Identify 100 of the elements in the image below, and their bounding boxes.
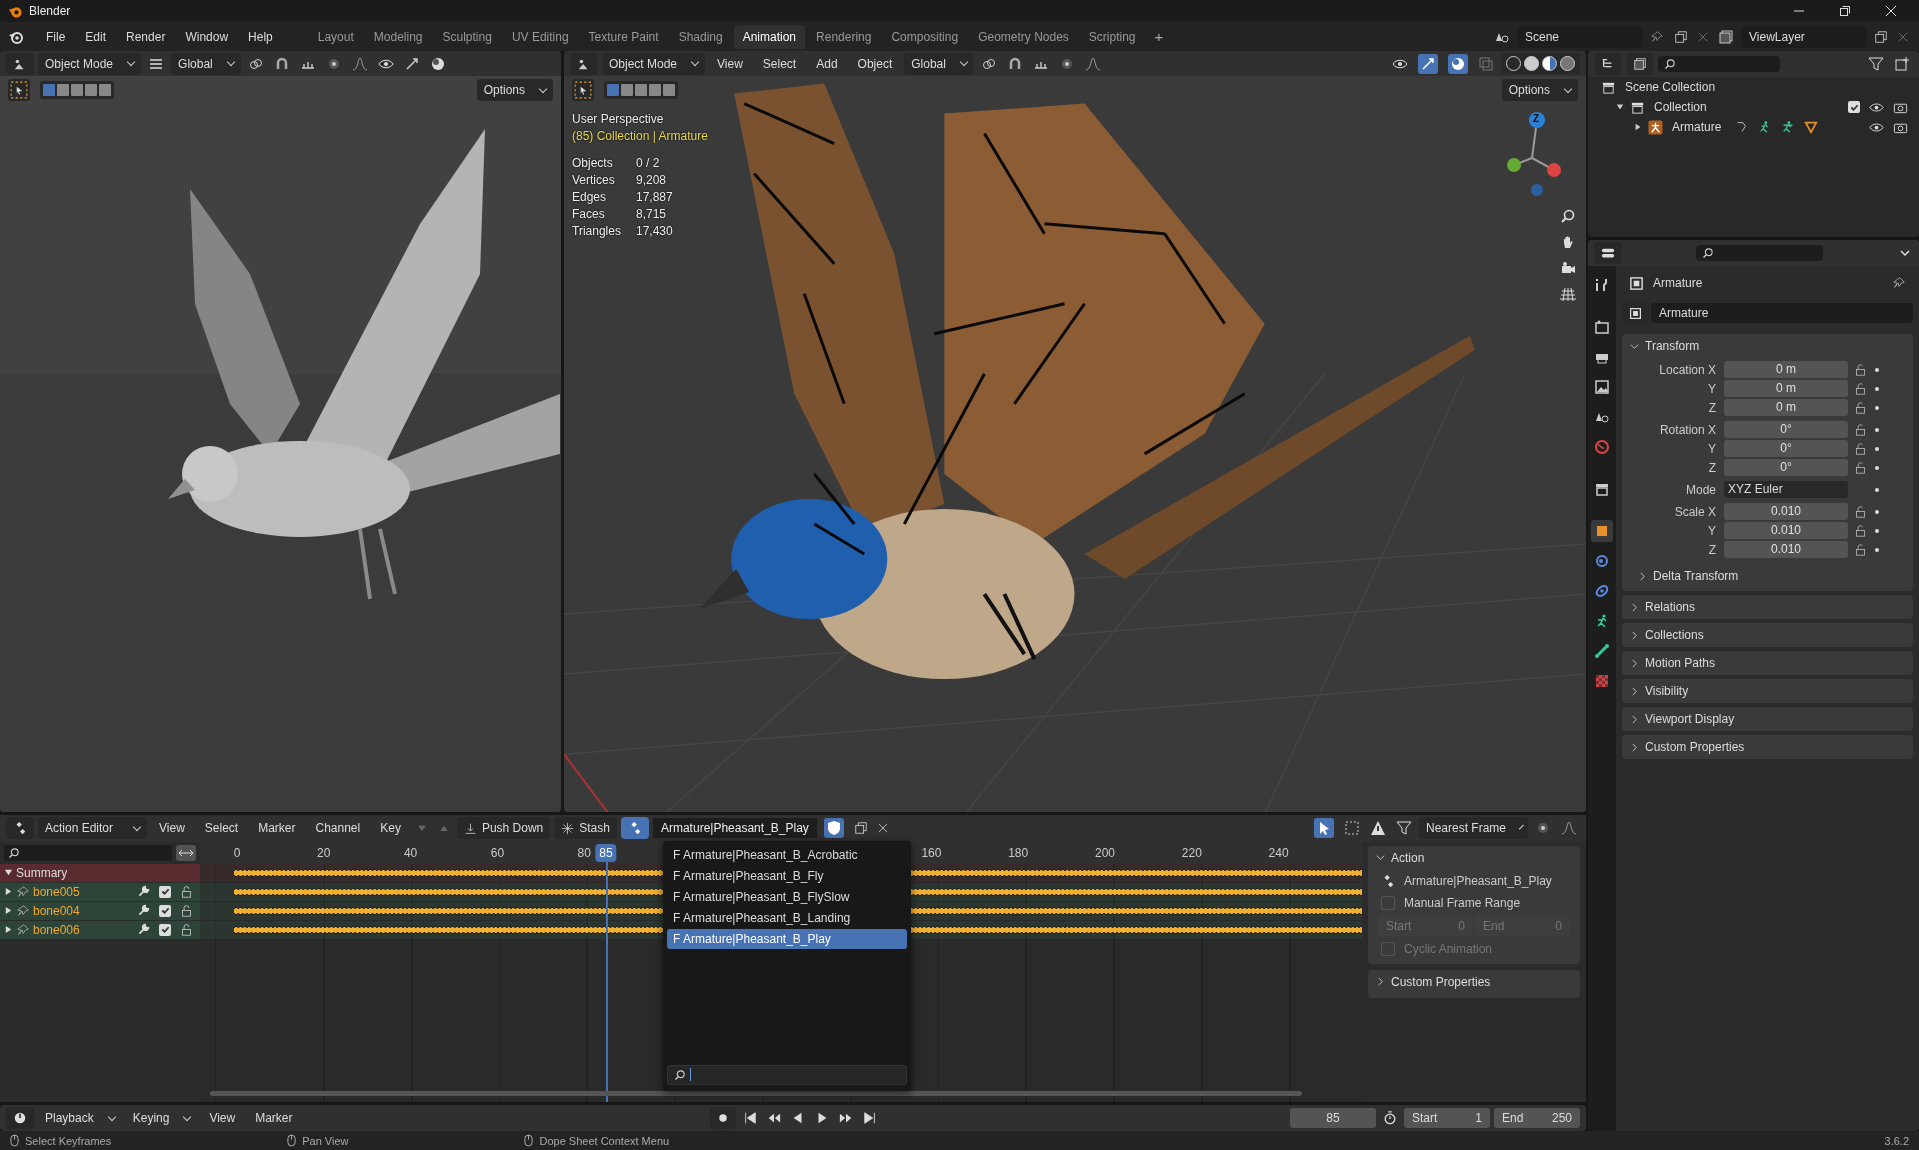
keyframe-dot-icon[interactable] — [1875, 509, 1879, 514]
number-field[interactable]: 0 m — [1724, 380, 1848, 397]
search-field[interactable] — [4, 844, 172, 861]
keyframe-dot-icon[interactable] — [1875, 487, 1879, 492]
gizmo-icon[interactable] — [1418, 53, 1438, 74]
channel-name[interactable]: bone005 — [33, 884, 80, 899]
expand-arrow-icon[interactable] — [4, 925, 13, 935]
shading-mode-buttons[interactable] — [1501, 53, 1580, 74]
action-list-item[interactable]: F Armature|Pheasant_B_Fly — [667, 865, 907, 886]
shield-icon[interactable] — [823, 818, 844, 839]
workspace-tab[interactable]: Scripting — [1079, 24, 1145, 49]
header-menu[interactable]: Object — [849, 54, 901, 73]
object-name-field[interactable]: Armature — [1651, 303, 1913, 323]
lock-icon[interactable] — [180, 885, 193, 899]
expand-arrow-icon[interactable] — [1634, 123, 1642, 131]
menu-item[interactable]: Edit — [77, 26, 115, 47]
rotation-mode-dropdown[interactable]: XYZ Euler — [1724, 481, 1848, 498]
keyframe-dot-icon[interactable] — [1875, 446, 1879, 451]
triangle-icon[interactable] — [1804, 120, 1819, 134]
action-list-item[interactable]: F Armature|Pheasant_B_Play — [667, 928, 907, 949]
lock-icon[interactable] — [1854, 401, 1867, 414]
header-menu[interactable]: Marker — [247, 1109, 301, 1128]
keyframe-dot-icon[interactable] — [1875, 528, 1879, 533]
workspace-tab[interactable]: Texture Paint — [579, 24, 668, 49]
channel-name[interactable]: bone006 — [33, 922, 80, 937]
warning-icon[interactable] — [1370, 820, 1386, 837]
editor-type-button[interactable] — [1594, 242, 1622, 264]
box-select-icon[interactable] — [1344, 820, 1360, 837]
end-frame-field[interactable]: End 250 — [1494, 1108, 1580, 1129]
header-menu[interactable]: Select — [196, 819, 247, 838]
push-down-button[interactable]: Push Down — [456, 817, 551, 840]
workspace-tab[interactable]: UV Editing — [502, 24, 578, 49]
channel-name[interactable]: bone004 — [33, 903, 80, 918]
stopwatch-icon[interactable] — [1383, 1111, 1397, 1126]
lock-icon[interactable] — [180, 923, 193, 937]
mode-dropdown[interactable]: Object Mode — [602, 52, 706, 75]
options-dropdown[interactable]: Options — [476, 79, 553, 101]
action-list-item[interactable]: F Armature|Pheasant_B_FlySlow — [667, 886, 907, 907]
snapping-dropdown[interactable]: Nearest Frame — [1419, 817, 1528, 840]
outliner-item[interactable]: Armature — [1672, 120, 1722, 134]
copy-icon[interactable] — [1874, 29, 1888, 44]
action-name-field[interactable]: Armature|Pheasant_B_Play — [652, 818, 817, 839]
select-tool-icon[interactable] — [572, 79, 594, 101]
keyframe-dot-icon[interactable] — [1875, 547, 1879, 552]
action-list-item[interactable]: F Armature|Pheasant_B_Landing — [667, 907, 907, 928]
select-tool-icon[interactable] — [8, 79, 30, 101]
lock-icon[interactable] — [180, 904, 193, 918]
options-dropdown[interactable]: Options — [1501, 79, 1578, 101]
display-mode-button[interactable] — [1626, 53, 1654, 75]
workspace-tab[interactable]: Layout — [308, 24, 363, 49]
workspace-tab[interactable]: Shading — [669, 24, 732, 49]
search-field[interactable] — [1696, 245, 1823, 261]
header-menu[interactable]: Marker — [250, 819, 304, 838]
number-field[interactable]: 0 m — [1724, 399, 1848, 416]
falloff-curve-icon[interactable] — [351, 55, 368, 72]
expand-arrow-icon[interactable] — [4, 868, 13, 878]
falloff-curve-icon[interactable] — [1084, 55, 1101, 72]
panel-header[interactable]: Viewport Display — [1622, 707, 1913, 731]
stash-button[interactable]: Stash — [554, 817, 617, 840]
maximize-icon[interactable] — [1839, 5, 1851, 17]
current-frame-field[interactable]: 85 — [1290, 1108, 1376, 1129]
panel-header[interactable]: Action — [1368, 845, 1580, 870]
outliner-item[interactable]: Scene Collection — [1625, 80, 1716, 94]
wrench-icon[interactable] — [137, 923, 150, 937]
view-layer-icon[interactable] — [1718, 28, 1734, 45]
menu-item[interactable]: Help — [240, 26, 281, 47]
cursor-icon[interactable] — [1314, 818, 1334, 839]
scene-selector[interactable]: Scene — [1517, 25, 1643, 48]
filter-icon[interactable] — [1396, 820, 1412, 837]
lock-icon[interactable] — [1854, 382, 1867, 395]
action-list-item[interactable]: F Armature|Pheasant_B_Acrobatic — [667, 844, 907, 865]
editor-type-button[interactable] — [6, 1107, 34, 1130]
pin-icon[interactable] — [16, 884, 30, 899]
header-menu[interactable]: View — [201, 1109, 244, 1128]
header-menu[interactable]: Playback — [38, 1107, 122, 1130]
workspace-tab[interactable]: Sculpting — [433, 24, 501, 49]
grid-icon[interactable] — [1560, 286, 1576, 302]
lock-icon[interactable] — [1854, 543, 1867, 556]
header-menu[interactable]: Select — [754, 54, 805, 73]
lock-icon[interactable] — [1854, 505, 1867, 518]
workspace-tab[interactable]: Compositing — [882, 24, 968, 49]
checkbox-label[interactable]: Manual Frame Range — [1404, 895, 1521, 910]
new-collection-icon[interactable] — [1894, 56, 1910, 72]
keyframe-dot-icon[interactable] — [1875, 367, 1879, 372]
number-field[interactable]: 0.010 — [1724, 541, 1848, 558]
start-frame-field[interactable]: Start 1 — [1404, 1108, 1490, 1129]
wrench-icon[interactable] — [137, 885, 150, 899]
filter-icon[interactable] — [1868, 56, 1884, 72]
panel-header[interactable]: Custom Properties — [1622, 735, 1913, 759]
add-workspace-button[interactable]: + — [1146, 25, 1172, 48]
pin-icon[interactable] — [16, 922, 30, 937]
header-menu[interactable]: Key — [372, 819, 409, 838]
editor-type-button[interactable] — [1594, 53, 1622, 75]
lock-icon[interactable] — [1854, 363, 1867, 376]
checkbox[interactable] — [1381, 895, 1395, 910]
expand-arrow-icon[interactable] — [4, 887, 13, 897]
number-field[interactable]: 0° — [1724, 459, 1848, 476]
panel-header[interactable]: Relations — [1622, 595, 1913, 619]
lock-icon[interactable] — [1854, 442, 1867, 455]
pin-icon[interactable] — [1650, 29, 1664, 44]
